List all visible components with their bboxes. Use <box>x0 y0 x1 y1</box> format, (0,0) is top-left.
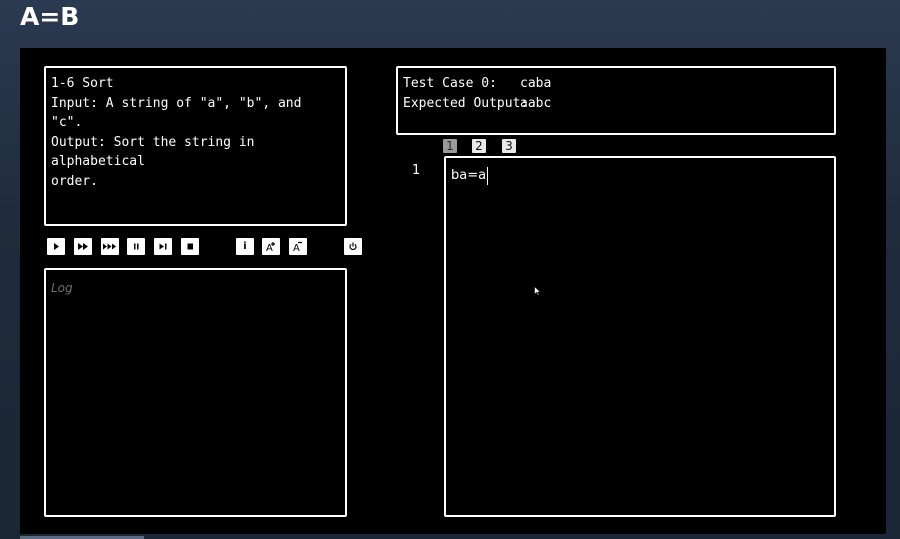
font-decrease-icon: A <box>293 241 302 254</box>
font-increase-button[interactable]: A <box>262 238 280 255</box>
svg-text:A: A <box>293 243 300 254</box>
power-button[interactable] <box>344 238 362 255</box>
expected-output-row: Expected Output:aabc <box>403 94 829 114</box>
code-line[interactable]: ba=a <box>451 167 489 185</box>
test-case-label: Test Case 0: <box>403 76 497 91</box>
puzzle-description-panel: 1-6 Sort Input: A string of "a", "b", an… <box>44 66 347 226</box>
puzzle-description: 1-6 Sort Input: A string of "a", "b", an… <box>51 76 302 189</box>
stop-icon <box>187 243 193 250</box>
run-icon <box>54 243 59 250</box>
step-icon <box>159 243 167 250</box>
window-title: A=B <box>20 2 80 31</box>
editor-tab-3[interactable]: 3 <box>502 139 516 153</box>
log-placeholder: Log <box>51 281 73 295</box>
log-panel[interactable]: Log <box>44 268 347 517</box>
code-editor[interactable]: ba=a <box>444 156 836 517</box>
editor-tab-1[interactable]: 1 <box>443 139 457 153</box>
info-icon: i <box>243 241 247 252</box>
test-case-value: caba <box>520 76 552 91</box>
expected-output-value: aabc <box>520 95 552 111</box>
stop-button[interactable] <box>181 238 199 255</box>
line-numbers: 1 <box>412 162 420 180</box>
pause-icon <box>134 243 139 250</box>
info-button[interactable]: i <box>236 238 254 255</box>
step-button[interactable] <box>154 238 172 255</box>
line-number: 1 <box>412 163 421 178</box>
font-increase-icon: A <box>266 242 275 254</box>
mouse-pointer-icon <box>534 286 542 296</box>
fast-forward-icon <box>78 243 88 250</box>
run-button[interactable] <box>47 238 65 255</box>
fastest-forward-icon <box>103 243 116 250</box>
game-area: 1-6 Sort Input: A string of "a", "b", an… <box>20 48 886 534</box>
test-case-row: Test Case 0: caba <box>403 74 829 94</box>
fastest-forward-button[interactable] <box>101 238 119 255</box>
font-decrease-button[interactable]: A <box>289 238 307 255</box>
test-case-panel: Test Case 0: caba Expected Output:aabc <box>396 66 836 135</box>
fast-forward-button[interactable] <box>74 238 92 255</box>
editor-tab-2[interactable]: 2 <box>472 139 486 153</box>
pause-button[interactable] <box>127 238 145 255</box>
expected-output-label: Expected Output: <box>403 95 529 111</box>
svg-text:A: A <box>266 243 273 254</box>
power-icon <box>349 242 357 251</box>
